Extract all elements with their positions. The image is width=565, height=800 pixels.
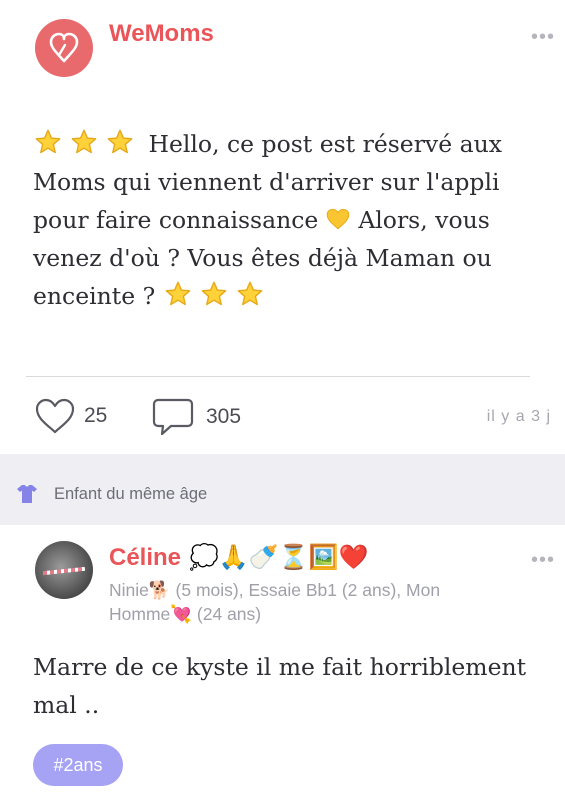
more-options-icon[interactable]: ••• (531, 27, 555, 47)
post-text-line: Moms qui viennent d'arriver sur l'appli (33, 168, 500, 196)
post-author[interactable]: Céline 💭🙏🍼⏳🖼️❤️ (109, 543, 368, 572)
star-emoji (165, 281, 191, 306)
avatar[interactable] (35, 541, 93, 599)
post-author-name: Céline (109, 543, 182, 571)
star-emoji (35, 129, 61, 154)
post-text-line: pour faire connaissance (33, 206, 319, 234)
post-timestamp: il y a 3 j (486, 408, 551, 425)
star-emoji (201, 281, 227, 306)
section-header: Enfant du même âge (16, 484, 207, 504)
post-text-line: Marre de ce kyste il me fait horriblemen… (33, 653, 527, 681)
divider (26, 376, 530, 377)
like-button[interactable]: 25 (34, 397, 107, 435)
post-text-line: Hello, ce post est réservé aux (148, 130, 502, 158)
star-emoji (237, 281, 263, 306)
star-emoji (71, 129, 97, 154)
author-info-line: Ninie🐕 (5 mois), Essaie Bb1 (2 ans), Mon (109, 580, 441, 600)
hashtag-chip[interactable]: #2ans (33, 744, 123, 786)
heart-logo-icon (49, 32, 79, 63)
section-title: Enfant du même âge (54, 484, 208, 503)
post-text-line: venez d'où ? Vous êtes déjà Maman ou (33, 244, 492, 272)
more-options-icon[interactable]: ••• (531, 550, 555, 570)
post-text-line: enceinte ? (33, 282, 156, 310)
post-text: Hello, ce post est réservé aux Moms qui … (33, 125, 548, 315)
comment-count: 305 (206, 405, 242, 428)
post-text-line: Alors, vous (358, 206, 490, 234)
post-author-name[interactable]: WeMoms (109, 20, 214, 48)
baby-onesie-icon (17, 485, 37, 503)
comment-button[interactable]: 305 (152, 397, 241, 437)
author-info-line: Homme💘 (24 ans) (109, 604, 262, 624)
yellow-heart-emoji (327, 208, 350, 230)
star-emoji (107, 129, 133, 154)
post-text: Marre de ce kyste il me fait horriblemen… (33, 648, 548, 724)
like-heart-icon (35, 398, 75, 434)
author-children-info: Ninie🐕 (5 mois), Essaie Bb1 (2 ans), Mon… (109, 578, 489, 626)
post-text-line: mal .. (33, 691, 100, 719)
author-emojis: 💭🙏🍼⏳🖼️❤️ (189, 544, 369, 571)
like-count: 25 (84, 404, 108, 427)
wemoms-logo-avatar[interactable] (35, 19, 93, 77)
comment-bubble-icon (152, 398, 194, 436)
